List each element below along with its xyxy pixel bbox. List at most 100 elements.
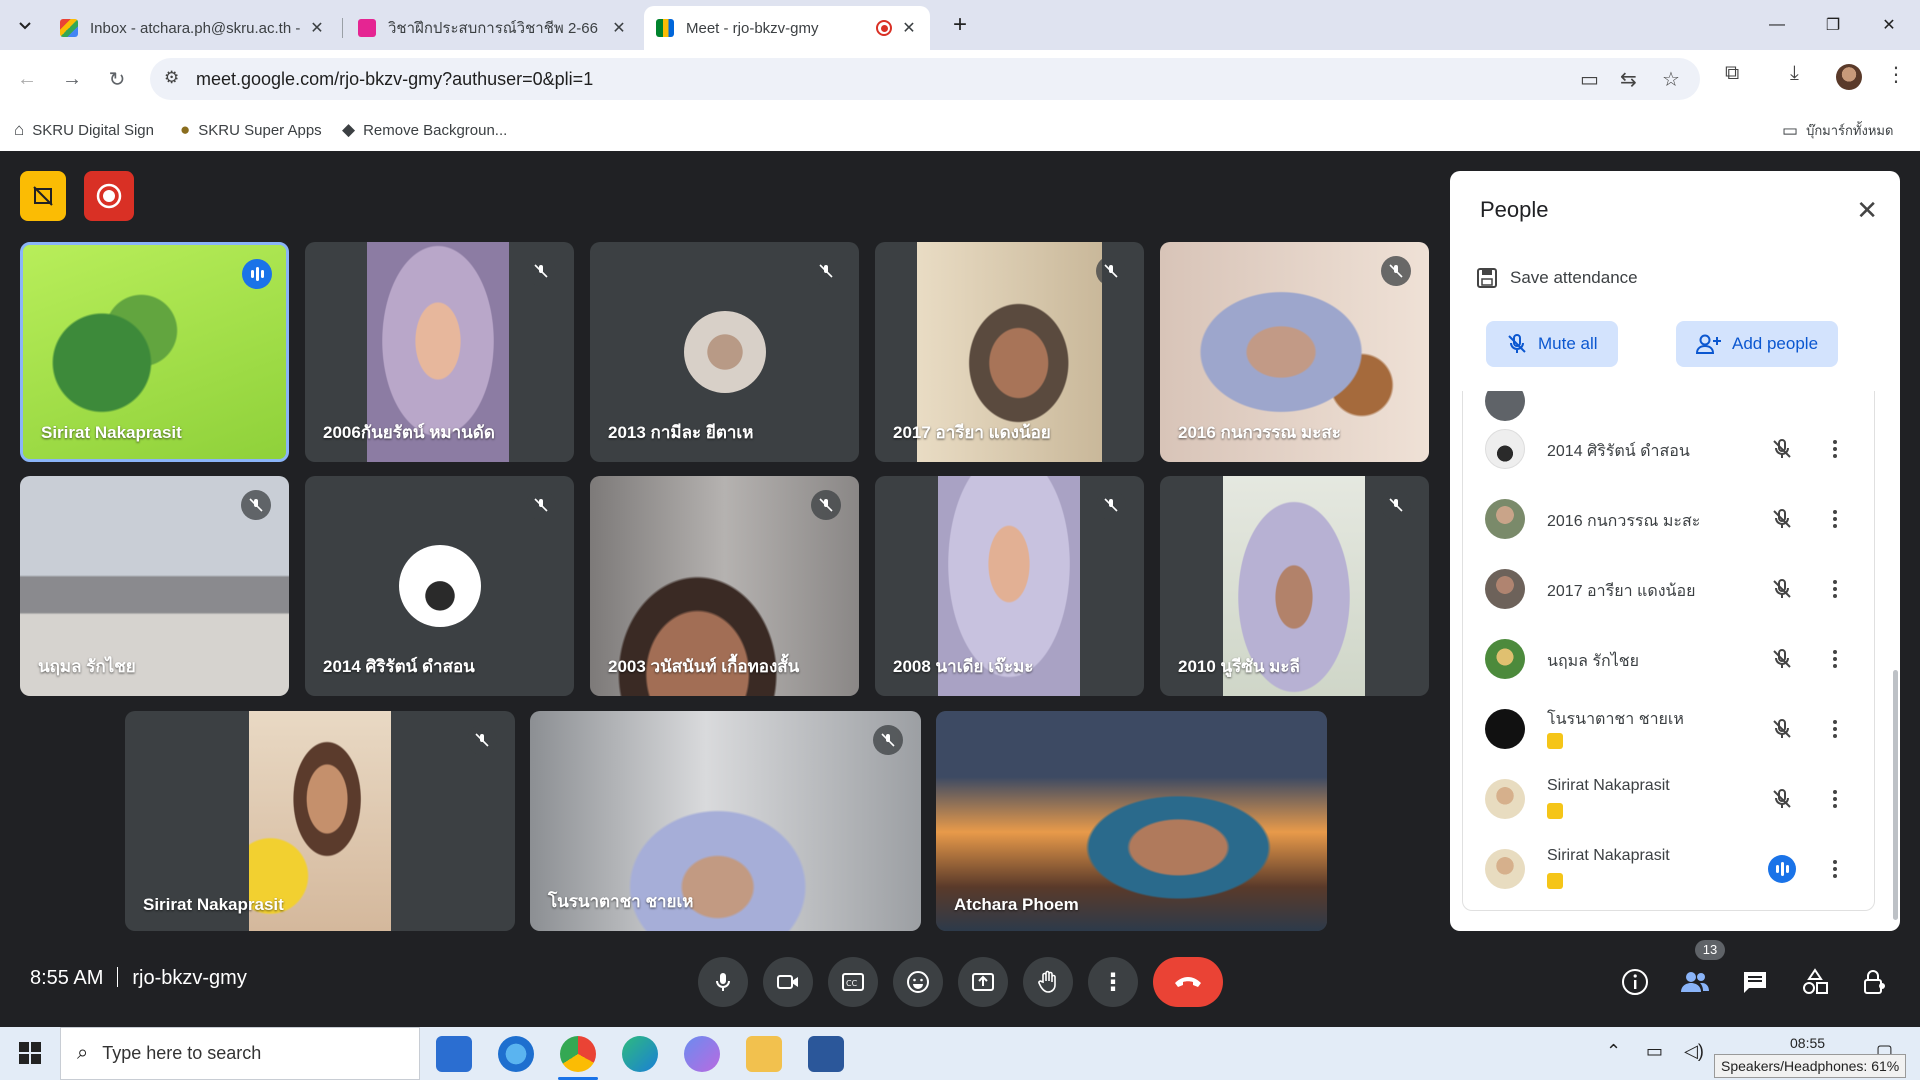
start-button[interactable] — [18, 1041, 42, 1070]
taskbar-clock[interactable]: 08:55 — [1790, 1035, 1825, 1051]
more-vert-icon[interactable] — [1827, 435, 1843, 463]
captions-button[interactable]: CC — [828, 957, 878, 1007]
bookmark-label: บุ๊กมาร์กทั้งหมด — [1806, 123, 1894, 138]
new-tab-button[interactable]: + — [938, 8, 982, 42]
more-vert-icon[interactable] — [1827, 855, 1843, 883]
tab-gmail[interactable]: Inbox - atchara.ph@skru.ac.th - ✕ — [48, 6, 338, 50]
list-item[interactable]: นฤมล รักไชย — [1463, 625, 1874, 695]
meeting-details-button[interactable] — [1620, 967, 1650, 997]
more-vert-icon[interactable] — [1827, 715, 1843, 743]
video-tile[interactable]: 2010 นูรีซัน มะลี — [1160, 476, 1429, 696]
address-bar[interactable]: ⚙ meet.google.com/rjo-bkzv-gmy?authuser=… — [150, 58, 1700, 100]
reload-button[interactable]: ↻ — [100, 62, 134, 96]
list-item[interactable]: Sirirat Nakaprasit — [1463, 765, 1874, 835]
leave-call-button[interactable] — [1153, 957, 1223, 1007]
close-panel-button[interactable]: ✕ — [1856, 195, 1878, 226]
video-tile[interactable]: 2014 ศิริรัตน์ ดำสอน — [305, 476, 574, 696]
participant-name: Atchara Phoem — [954, 895, 1079, 914]
raise-hand-button[interactable] — [1023, 957, 1073, 1007]
lock-person-icon — [1864, 970, 1885, 994]
taskbar-search[interactable]: ⌕ Type here to search — [60, 1027, 420, 1080]
camera-button[interactable] — [763, 957, 813, 1007]
film-off-icon — [1547, 803, 1563, 819]
video-tile[interactable]: นฤมล รักไชย — [20, 476, 289, 696]
video-tile[interactable]: 2003 วนัสนันท์ เกื้อทองสั้น — [590, 476, 859, 696]
close-icon[interactable]: ✕ — [900, 18, 918, 38]
list-item[interactable]: 2014 ศิริรัตน์ ดำสอน — [1463, 415, 1874, 485]
avatar — [1485, 779, 1525, 819]
more-vert-icon: ⋮ — [1101, 968, 1125, 996]
list-item[interactable]: โนรนาตาชา ชายเห — [1463, 695, 1874, 765]
list-item[interactable]: 2016 กนกวรรณ มะสะ — [1463, 485, 1874, 555]
video-tile[interactable]: Atchara Phoem — [936, 711, 1327, 931]
video-tile[interactable]: 2013 กามีละ ยีตาเห — [590, 242, 859, 462]
restore-button[interactable]: ❐ — [1810, 8, 1856, 42]
add-people-button[interactable]: Add people — [1676, 321, 1839, 367]
translate-icon[interactable]: ⇆ — [1620, 67, 1637, 92]
more-vert-icon[interactable] — [1827, 575, 1843, 603]
star-icon[interactable]: ☆ — [1662, 67, 1680, 92]
video-tile[interactable]: 2008 นาเดีย เจ๊ะมะ — [875, 476, 1144, 696]
close-icon[interactable]: ✕ — [308, 18, 326, 38]
close-icon[interactable]: ✕ — [610, 18, 628, 38]
site-info-icon[interactable]: ⚙ — [164, 68, 179, 88]
all-bookmarks[interactable]: ▭ บุ๊กมาร์กทั้งหมด — [1782, 120, 1893, 141]
list-item[interactable]: Sirirat Nakaprasit — [1463, 835, 1874, 905]
store-app-icon[interactable] — [436, 1036, 472, 1072]
no-video-badge[interactable] — [20, 171, 66, 221]
video-tile[interactable]: 2016 กนกวรรณ มะสะ — [1160, 242, 1429, 462]
edge-app-icon[interactable] — [622, 1036, 658, 1072]
menu-icon[interactable]: ⋮ — [1886, 62, 1906, 87]
video-tile[interactable]: โนรนาตาชา ชายเห — [530, 711, 921, 931]
chrome-app-icon[interactable] — [560, 1036, 596, 1072]
video-tile[interactable]: Sirirat Nakaprasit — [125, 711, 515, 931]
save-attendance-button[interactable]: Save attendance — [1476, 267, 1638, 289]
speaking-indicator — [1768, 855, 1796, 883]
host-controls-button[interactable] — [1860, 967, 1890, 997]
bookmark-skru-digital-sign[interactable]: ⌂ SKRU Digital Sign — [14, 120, 154, 140]
avatar — [398, 545, 481, 627]
mic-off-icon — [467, 725, 497, 755]
profile-avatar[interactable] — [1836, 64, 1862, 90]
mute-all-button[interactable]: Mute all — [1486, 321, 1618, 367]
app-icon: ● — [180, 120, 191, 139]
list-item[interactable]: 2017 อารียา แดงน้อย — [1463, 555, 1874, 625]
more-options-button[interactable]: ⋮ — [1088, 957, 1138, 1007]
more-vert-icon[interactable] — [1827, 645, 1843, 673]
activities-button[interactable] — [1800, 967, 1830, 997]
download-icon[interactable]: ⤓ — [1790, 62, 1799, 85]
chevron-up-icon[interactable]: ⌃ — [1606, 1041, 1621, 1062]
bookmark-remove-background[interactable]: ◆ Remove Backgroun... — [342, 120, 507, 140]
ie-app-icon[interactable] — [498, 1036, 534, 1072]
back-button[interactable]: ← — [10, 62, 44, 96]
present-button[interactable] — [958, 957, 1008, 1007]
people-button[interactable] — [1680, 967, 1710, 997]
tab-search-button[interactable] — [8, 8, 42, 42]
reactions-button[interactable] — [893, 957, 943, 1007]
video-tile[interactable]: 2017 อารียา แดงน้อย — [875, 242, 1144, 462]
bookmark-skru-super-apps[interactable]: ● SKRU Super Apps — [180, 120, 322, 140]
more-vert-icon[interactable] — [1827, 785, 1843, 813]
minimize-button[interactable]: — — [1754, 8, 1800, 42]
copilot-app-icon[interactable] — [684, 1036, 720, 1072]
more-vert-icon[interactable] — [1827, 505, 1843, 533]
network-icon[interactable]: ▭ — [1646, 1041, 1663, 1062]
chat-button[interactable] — [1740, 967, 1770, 997]
file-explorer-icon[interactable] — [746, 1036, 782, 1072]
video-tile[interactable]: 2006กันยรัตน์ หมานดัด — [305, 242, 574, 462]
tab-classroom[interactable]: วิชาฝึกประสบการณ์วิชาชีพ 2-66 ก ✕ — [346, 6, 640, 50]
bookmark-label: Remove Backgroun... — [363, 121, 508, 139]
forward-button[interactable]: → — [55, 62, 89, 96]
extensions-icon[interactable]: ⧉ — [1725, 62, 1739, 85]
speaker-icon[interactable]: ◁) — [1684, 1041, 1704, 1062]
microphone-button[interactable] — [698, 957, 748, 1007]
participant-name: 2014 ศิริรัตน์ ดำสอน — [1547, 443, 1690, 460]
panel-scrollbar[interactable] — [1893, 670, 1898, 920]
video-tile[interactable]: Sirirat Nakaprasit — [20, 242, 289, 462]
tab-meet[interactable]: Meet - rjo-bkzv-gmy ✕ — [644, 6, 930, 50]
recording-badge[interactable] — [84, 171, 134, 221]
camera-icon[interactable]: ▭ — [1580, 67, 1599, 92]
emoji-icon — [907, 971, 929, 993]
close-window-button[interactable]: ✕ — [1866, 8, 1912, 42]
word-app-icon[interactable] — [808, 1036, 844, 1072]
